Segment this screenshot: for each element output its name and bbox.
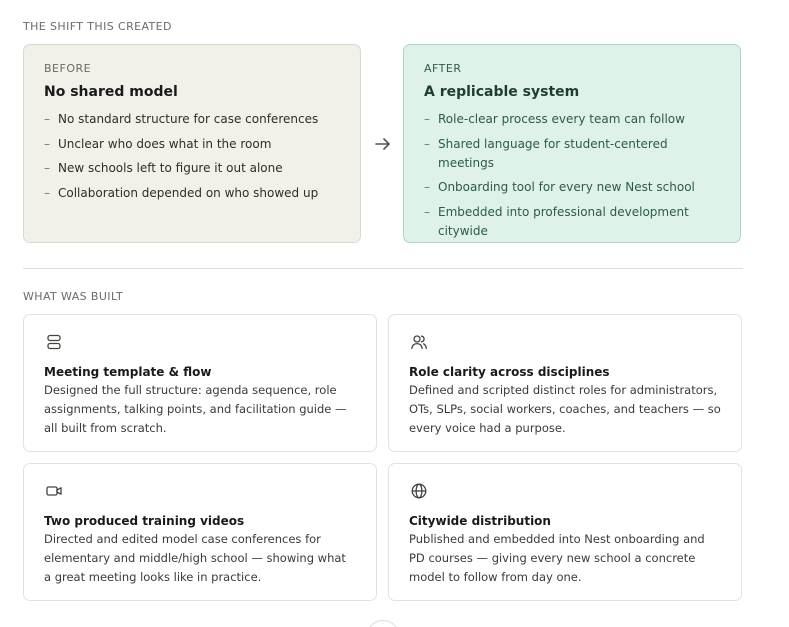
feature-description: Defined and scripted distinct roles for … <box>409 383 721 435</box>
before-item: New schools left to figure it out alone <box>44 159 340 178</box>
section-label-built: WHAT WAS BUILT <box>23 290 124 303</box>
feature-card-roles: Role clarity across disciplines Defined … <box>388 314 742 452</box>
users-icon <box>411 335 427 350</box>
feature-title: Meeting template & flow <box>44 365 212 379</box>
before-item: No standard structure for case conferenc… <box>44 110 340 129</box>
video-camera-icon <box>46 486 62 496</box>
after-list: Role-clear process every team can follow… <box>424 110 720 241</box>
scroll-next-button[interactable] <box>366 620 400 627</box>
before-eyebrow: BEFORE <box>44 62 92 75</box>
feature-title: Role clarity across disciplines <box>409 365 610 379</box>
before-heading: No shared model <box>44 84 178 100</box>
arrow-right-icon <box>375 138 390 150</box>
before-item: Unclear who does what in the room <box>44 135 340 154</box>
feature-description: Directed and edited model case conferenc… <box>44 532 346 584</box>
feature-card-distribution: Citywide distribution Published and embe… <box>388 463 742 601</box>
after-item: Role-clear process every team can follow <box>424 110 720 129</box>
before-list: No standard structure for case conferenc… <box>44 110 340 203</box>
after-eyebrow: AFTER <box>424 62 462 75</box>
feature-card-template: Meeting template & flow Designed the ful… <box>23 314 377 452</box>
after-card: AFTER A replicable system Role-clear pro… <box>403 44 741 243</box>
after-item: Onboarding tool for every new Nest schoo… <box>424 178 720 197</box>
section-divider <box>23 268 743 269</box>
feature-title: Two produced training videos <box>44 514 245 528</box>
globe-icon <box>411 483 427 499</box>
section-label-shift: THE SHIFT THIS CREATED <box>23 20 172 33</box>
feature-title: Citywide distribution <box>409 514 551 528</box>
page: THE SHIFT THIS CREATED BEFORE No shared … <box>0 0 789 627</box>
after-item: Embedded into professional development c… <box>424 203 720 241</box>
feature-card-videos: Two produced training videos Directed an… <box>23 463 377 601</box>
feature-description: Published and embedded into Nest onboard… <box>409 532 705 584</box>
after-item: Shared language for student-centered mee… <box>424 135 720 173</box>
before-card: BEFORE No shared model No standard struc… <box>23 44 361 243</box>
feature-description: Designed the full structure: agenda sequ… <box>44 383 347 435</box>
stacked-rectangles-icon <box>47 334 61 350</box>
before-item: Collaboration depended on who showed up <box>44 184 340 203</box>
after-heading: A replicable system <box>424 84 580 100</box>
